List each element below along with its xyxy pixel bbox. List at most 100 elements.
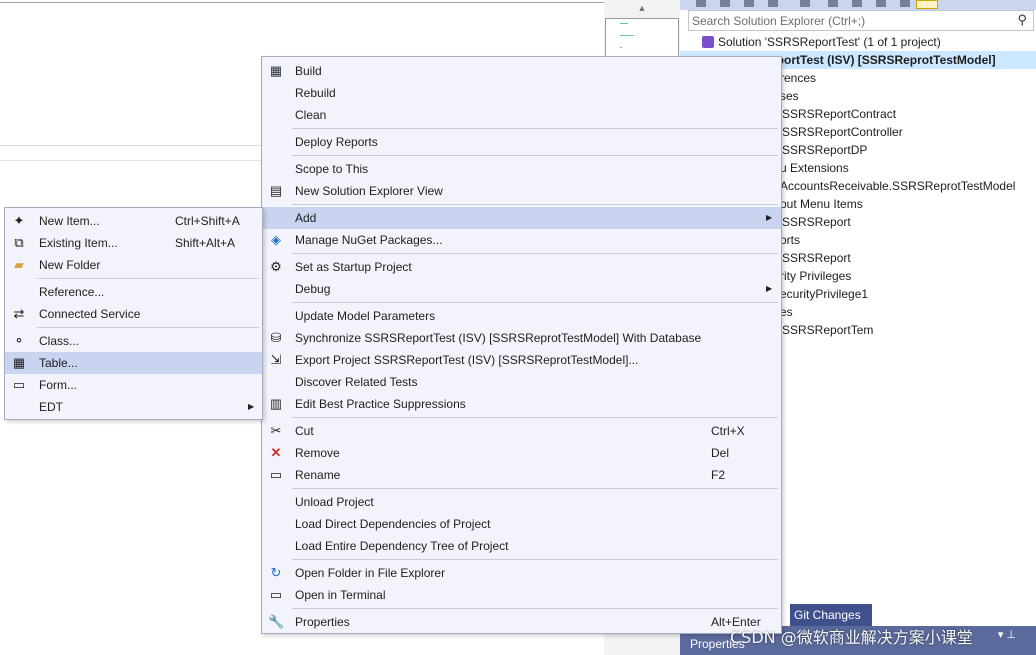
menu-item-remove[interactable]: ✕ Remove Del [262, 442, 781, 464]
menu-separator [292, 488, 778, 489]
menu-item-table[interactable]: ▦ Table... [5, 352, 262, 374]
tree-item[interactable]: orts [780, 231, 800, 249]
menu-item-properties[interactable]: 🔧 Properties Alt+Enter [262, 611, 781, 633]
menu-item-update-model-parameters[interactable]: Update Model Parameters [262, 305, 781, 327]
tree-item[interactable]: ecurityPrivilege1 [780, 285, 868, 303]
menu-item-unload-project[interactable]: Unload Project [262, 491, 781, 513]
back-icon[interactable] [696, 0, 706, 7]
existing-item-icon: ⧉ [14, 235, 24, 250]
menu-item-debug[interactable]: Debug ▶ [262, 278, 781, 300]
tree-item[interactable]: out Menu Items [780, 195, 863, 213]
menu-item-scope-to-this[interactable]: Scope to This [262, 158, 781, 180]
tree-item[interactable]: SSRSReportController [782, 123, 903, 141]
tree-item[interactable]: AccountsReceivable.SSRSReprotTestModel [780, 177, 1015, 195]
tree-item[interactable]: SSRSReport [782, 249, 851, 267]
menu-item-class[interactable]: ⚬ Class... [5, 330, 262, 352]
menu-item-add[interactable]: Add ▶ [262, 207, 781, 229]
menu-separator [292, 128, 778, 129]
menu-item-new-item[interactable]: ✦ New Item... Ctrl+Shift+A [5, 210, 262, 232]
submenu-arrow-icon: ▶ [248, 402, 255, 411]
vs-icon[interactable] [768, 0, 778, 7]
nuget-icon: ◈ [271, 232, 281, 247]
menu-item-existing-item[interactable]: ⧉ Existing Item... Shift+Alt+A [5, 232, 262, 254]
search-icon[interactable]: ⚲ [1017, 12, 1027, 28]
sync-db-icon: ⛁ [270, 330, 282, 345]
menu-item-open-terminal[interactable]: ▭ Open in Terminal [262, 584, 781, 606]
menu-item-clean[interactable]: Clean [262, 104, 781, 126]
menu-item-rename[interactable]: ▭ Rename F2 [262, 464, 781, 486]
editor-divider [0, 160, 262, 161]
class-icon: ⚬ [13, 333, 25, 348]
gear-icon: ⚙ [270, 259, 282, 274]
collapse-icon[interactable] [852, 0, 862, 7]
menu-item-cut[interactable]: ✂ Cut Ctrl+X [262, 420, 781, 442]
scroll-up-arrow-icon[interactable]: ▲ [636, 3, 648, 13]
refresh-icon[interactable] [828, 0, 838, 7]
menu-separator [292, 155, 778, 156]
tree-item[interactable]: SSRSReportTem [782, 321, 873, 339]
menu-separator [292, 417, 778, 418]
forward-icon[interactable] [720, 0, 730, 7]
solution-icon [702, 36, 714, 48]
search-placeholder: Search Solution Explorer (Ctrl+;) [692, 14, 866, 28]
build-icon: ▦ [269, 63, 283, 78]
editor-top-border [0, 2, 604, 3]
pin-icon[interactable]: ▾ ⊥ [998, 628, 1016, 641]
search-solution-explorer-input[interactable]: Search Solution Explorer (Ctrl+;) ⚲ [688, 10, 1034, 31]
menu-item-rebuild[interactable]: Rebuild [262, 82, 781, 104]
git-changes-tab[interactable]: Git Changes [790, 604, 872, 626]
solution-explorer-toolbar [680, 0, 1036, 10]
menu-separator [292, 253, 778, 254]
menu-item-manage-nuget[interactable]: ◈ Manage NuGet Packages... [262, 229, 781, 251]
tree-item[interactable]: rences [780, 69, 816, 87]
menu-item-reference[interactable]: Reference... [5, 281, 262, 303]
terminal-icon: ▭ [269, 587, 283, 602]
sync-icon[interactable] [800, 0, 810, 7]
menu-item-load-entire-dependency-tree[interactable]: Load Entire Dependency Tree of Project [262, 535, 781, 557]
menu-item-load-direct-dependencies[interactable]: Load Direct Dependencies of Project [262, 513, 781, 535]
folder-icon: ▰ [14, 257, 24, 272]
menu-item-open-folder[interactable]: ↻ Open Folder in File Explorer [262, 562, 781, 584]
rename-icon: ▭ [269, 467, 283, 482]
tree-item[interactable]: u Extensions [780, 159, 849, 177]
code-minimap[interactable] [605, 18, 679, 58]
project-context-menu: ▦ Build Rebuild Clean Deploy Reports Scop… [261, 56, 782, 634]
wrench-icon: 🔧 [268, 614, 285, 629]
menu-separator [37, 327, 259, 328]
add-submenu: ✦ New Item... Ctrl+Shift+A ⧉ Existing Item.… [4, 207, 263, 420]
tree-item[interactable]: rity Privileges [780, 267, 851, 285]
preview-toggle-icon[interactable] [916, 0, 938, 9]
tree-item[interactable]: SSRSReportContract [782, 105, 896, 123]
connected-service-icon: ⇄ [13, 306, 25, 321]
menu-item-set-startup[interactable]: ⚙ Set as Startup Project [262, 256, 781, 278]
home-icon[interactable] [744, 0, 754, 7]
menu-item-export-project[interactable]: ⇲ Export Project SSRSReportTest (ISV) [SS… [262, 349, 781, 371]
menu-separator [292, 302, 778, 303]
export-icon: ⇲ [270, 352, 282, 367]
menu-item-connected-service[interactable]: ⇄ Connected Service [5, 303, 262, 325]
scissors-icon: ✂ [270, 423, 282, 438]
menu-item-discover-related-tests[interactable]: Discover Related Tests [262, 371, 781, 393]
show-all-icon[interactable] [876, 0, 886, 7]
menu-item-edt[interactable]: EDT ▶ [5, 396, 262, 418]
open-folder-icon: ↻ [270, 565, 282, 580]
menu-item-edit-best-practice[interactable]: ▥ Edit Best Practice Suppressions [262, 393, 781, 415]
menu-item-build[interactable]: ▦ Build [262, 60, 781, 82]
menu-item-deploy-reports[interactable]: Deploy Reports [262, 131, 781, 153]
new-view-icon: ▤ [269, 183, 283, 198]
submenu-arrow-icon: ▶ [766, 284, 773, 293]
tree-item[interactable]: SSRSReportDP [782, 141, 867, 159]
menu-item-form[interactable]: ▭ Form... [5, 374, 262, 396]
menu-item-synchronize[interactable]: ⛁ Synchronize SSRSReportTest (ISV) [SSRSR… [262, 327, 781, 349]
wrench-icon[interactable] [900, 0, 910, 7]
menu-separator [292, 204, 778, 205]
form-icon: ▭ [12, 377, 26, 392]
suppressions-icon: ▥ [269, 396, 283, 411]
table-icon: ▦ [12, 355, 26, 370]
menu-item-new-folder[interactable]: ▰ New Folder [5, 254, 262, 276]
tree-item[interactable]: SSRSReport [782, 213, 851, 231]
tree-item[interactable]: ses [780, 87, 799, 105]
menu-item-new-solution-explorer-view[interactable]: ▤ New Solution Explorer View [262, 180, 781, 202]
tree-item-solution[interactable]: Solution 'SSRSReportTest' (1 of 1 projec… [702, 33, 941, 51]
new-item-icon: ✦ [13, 213, 25, 228]
